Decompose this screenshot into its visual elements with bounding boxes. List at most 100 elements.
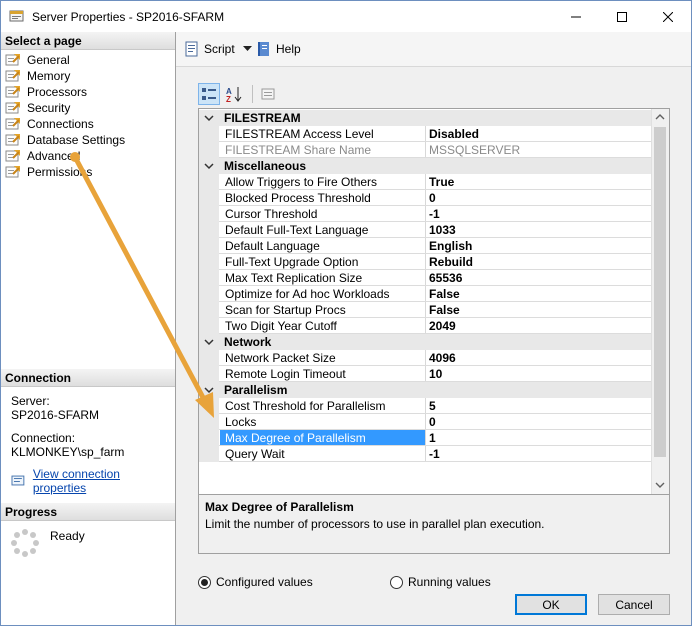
close-icon xyxy=(663,11,673,22)
page-item-memory[interactable]: Memory xyxy=(5,68,70,84)
radio-unchecked-icon[interactable] xyxy=(390,575,403,589)
script-icon xyxy=(185,41,198,57)
property-pages-icon xyxy=(261,88,275,100)
collapse-icon[interactable] xyxy=(204,385,214,395)
property-name: Optimize for Ad hoc Workloads xyxy=(225,287,390,301)
help-button[interactable]: Help xyxy=(256,41,301,57)
property-value[interactable]: Disabled xyxy=(429,127,479,141)
property-name: Blocked Process Threshold xyxy=(225,191,371,205)
page-item-general[interactable]: General xyxy=(5,52,70,68)
wrench-icon xyxy=(5,54,20,66)
column-separator xyxy=(425,414,426,430)
row-gutter xyxy=(199,222,219,238)
property-value[interactable]: 1033 xyxy=(429,223,456,237)
collapse-icon[interactable] xyxy=(204,113,214,123)
page-item-advanced[interactable]: Advanced xyxy=(5,148,80,164)
property-row[interactable]: FILESTREAM Share Name MSSQLSERVER xyxy=(199,142,651,158)
property-value[interactable]: 5 xyxy=(429,399,436,413)
property-row[interactable]: Max Text Replication Size 65536 xyxy=(199,270,651,286)
property-row[interactable]: Full-Text Upgrade Option Rebuild xyxy=(199,254,651,270)
property-row[interactable]: Default Language English xyxy=(199,238,651,254)
property-row[interactable]: Cost Threshold for Parallelism 5 xyxy=(199,398,651,414)
property-row[interactable]: Max Degree of Parallelism 1 xyxy=(199,430,651,446)
property-value[interactable]: 10 xyxy=(429,367,442,381)
close-button[interactable] xyxy=(645,1,691,32)
property-row[interactable]: Default Full-Text Language 1033 xyxy=(199,222,651,238)
toolbar: Script Help xyxy=(176,32,691,67)
column-separator xyxy=(425,254,426,270)
minimize-button[interactable] xyxy=(553,1,599,32)
property-pages-button xyxy=(257,83,279,105)
property-value[interactable]: MSSQLSERVER xyxy=(429,143,520,157)
select-page-header: Select a page xyxy=(1,32,175,50)
property-row[interactable]: Query Wait -1 xyxy=(199,446,651,462)
page-item-label: Permissions xyxy=(27,165,93,179)
property-row[interactable]: Remote Login Timeout 10 xyxy=(199,366,651,382)
cancel-button[interactable]: Cancel xyxy=(598,594,670,615)
page-item-database-settings[interactable]: Database Settings xyxy=(5,132,125,148)
property-value[interactable]: True xyxy=(429,175,454,189)
property-row[interactable]: Locks 0 xyxy=(199,414,651,430)
row-gutter xyxy=(199,142,219,158)
page-item-connections[interactable]: Connections xyxy=(5,116,94,132)
property-value[interactable]: -1 xyxy=(429,447,440,461)
server-properties-icon xyxy=(9,10,24,22)
property-value[interactable]: English xyxy=(429,239,472,253)
property-row[interactable]: Scan for Startup Procs False xyxy=(199,302,651,318)
property-name: Default Language xyxy=(225,239,320,253)
property-value[interactable]: 1 xyxy=(429,431,436,445)
category-network[interactable]: Network xyxy=(199,334,651,350)
category-parallelism[interactable]: Parallelism xyxy=(199,382,651,398)
collapse-icon[interactable] xyxy=(204,161,214,171)
property-value[interactable]: -1 xyxy=(429,207,440,221)
page-item-security[interactable]: Security xyxy=(5,100,70,116)
property-row[interactable]: Two Digit Year Cutoff 2049 xyxy=(199,318,651,334)
row-gutter xyxy=(199,270,219,286)
property-value[interactable]: False xyxy=(429,287,460,301)
maximize-icon xyxy=(617,11,627,22)
running-values-label: Running values xyxy=(408,575,491,589)
category-filestream[interactable]: FILESTREAM xyxy=(199,110,651,126)
property-row[interactable]: FILESTREAM Access Level Disabled xyxy=(199,126,651,142)
configured-values-radio[interactable]: Configured values xyxy=(198,575,313,589)
server-value: SP2016-SFARM xyxy=(11,408,100,422)
ok-button[interactable]: OK xyxy=(515,594,587,615)
page-item-processors[interactable]: Processors xyxy=(5,84,87,100)
category-miscellaneous[interactable]: Miscellaneous xyxy=(199,158,651,174)
scrollbar-thumb[interactable] xyxy=(654,127,666,457)
vertical-scrollbar[interactable] xyxy=(651,109,669,494)
main-panel: Script Help A Z FILESTREAM FILESTREAM Ac… xyxy=(176,32,691,592)
column-separator xyxy=(425,302,426,318)
property-name: Query Wait xyxy=(225,447,285,461)
scroll-up-icon[interactable] xyxy=(655,113,665,120)
scroll-down-icon[interactable] xyxy=(655,482,665,489)
property-value[interactable]: 4096 xyxy=(429,351,456,365)
property-value[interactable]: 0 xyxy=(429,191,436,205)
categorized-button[interactable] xyxy=(198,83,220,105)
property-row[interactable]: Allow Triggers to Fire Others True xyxy=(199,174,651,190)
connection-properties-icon xyxy=(11,475,25,486)
page-item-permissions[interactable]: Permissions xyxy=(5,164,92,180)
property-value[interactable]: 65536 xyxy=(429,271,462,285)
page-item-label: Connections xyxy=(27,117,94,131)
radio-checked-icon[interactable] xyxy=(198,575,211,589)
maximize-button[interactable] xyxy=(599,1,645,32)
script-button[interactable]: Script xyxy=(184,41,252,57)
view-connection-properties-link[interactable]: View connection properties xyxy=(33,467,175,495)
running-values-radio[interactable]: Running values xyxy=(390,575,491,589)
property-row[interactable]: Network Packet Size 4096 xyxy=(199,350,651,366)
alphabetical-button[interactable]: A Z xyxy=(223,83,245,105)
property-row[interactable]: Cursor Threshold -1 xyxy=(199,206,651,222)
view-connection-properties[interactable]: View connection properties xyxy=(11,467,175,495)
property-row[interactable]: Optimize for Ad hoc Workloads False xyxy=(199,286,651,302)
collapse-icon[interactable] xyxy=(204,337,214,347)
chevron-down-icon xyxy=(242,46,252,51)
column-separator xyxy=(425,126,426,142)
column-separator xyxy=(425,430,426,446)
property-value[interactable]: 0 xyxy=(429,415,436,429)
property-value[interactable]: Rebuild xyxy=(429,255,473,269)
property-value[interactable]: 2049 xyxy=(429,319,456,333)
property-value[interactable]: False xyxy=(429,303,460,317)
property-row[interactable]: Blocked Process Threshold 0 xyxy=(199,190,651,206)
category-label: Parallelism xyxy=(224,383,288,397)
